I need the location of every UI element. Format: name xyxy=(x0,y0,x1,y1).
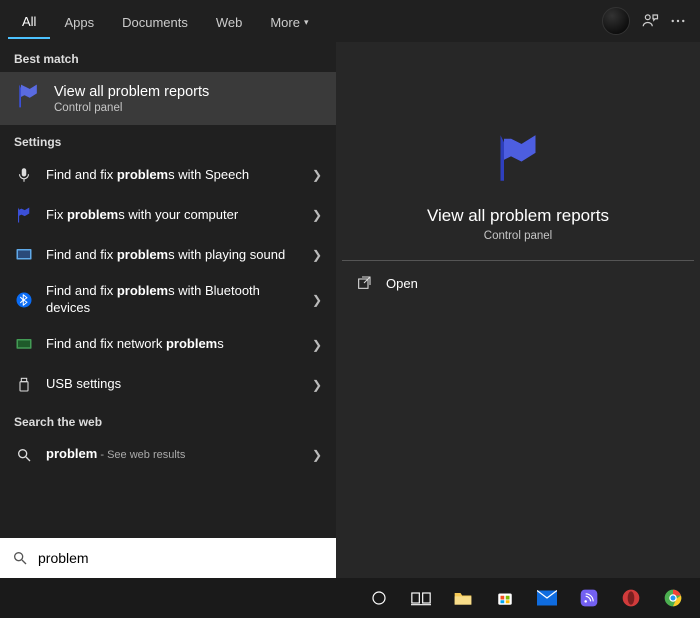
search-input[interactable] xyxy=(38,550,324,566)
open-icon xyxy=(356,275,372,291)
preview-panel: View all problem reports Control panel O… xyxy=(336,42,700,578)
user-avatar[interactable] xyxy=(602,7,630,35)
results-panel: Best match View all problem reports Cont… xyxy=(0,42,336,578)
taskbar-cortana[interactable] xyxy=(360,582,398,614)
search-icon xyxy=(12,550,28,566)
section-search-web: Search the web xyxy=(0,405,336,435)
flag-large-icon xyxy=(490,130,546,186)
settings-item-fix-computer[interactable]: Fix problems with your computer ❯ xyxy=(0,195,336,235)
tab-web[interactable]: Web xyxy=(202,5,257,38)
tab-documents[interactable]: Documents xyxy=(108,5,202,38)
chevron-down-icon: ▾ xyxy=(304,17,309,28)
taskbar-explorer[interactable] xyxy=(444,582,482,614)
settings-item-usb[interactable]: USB settings ❯ xyxy=(0,365,336,405)
taskbar-viber[interactable] xyxy=(570,582,608,614)
filter-tabs: All Apps Documents Web More ▾ xyxy=(0,0,700,42)
section-settings: Settings xyxy=(0,125,336,155)
list-item-label: Find and fix problems with Bluetooth dev… xyxy=(46,283,300,317)
taskbar-mail[interactable] xyxy=(528,582,566,614)
taskbar-store[interactable] xyxy=(486,582,524,614)
chevron-right-icon: ❯ xyxy=(312,208,322,222)
taskbar-opera[interactable] xyxy=(612,582,650,614)
section-best-match: Best match xyxy=(0,42,336,72)
tab-more-label: More xyxy=(270,15,300,30)
microphone-icon xyxy=(14,165,34,185)
tab-more[interactable]: More ▾ xyxy=(256,5,322,38)
list-item-label: Fix problems with your computer xyxy=(46,207,300,224)
chevron-right-icon: ❯ xyxy=(312,248,322,262)
usb-icon xyxy=(14,375,34,395)
feedback-icon xyxy=(641,12,659,30)
chevron-right-icon: ❯ xyxy=(312,168,322,182)
list-item-label: USB settings xyxy=(46,376,300,393)
list-item-label: Find and fix network problems xyxy=(46,336,300,353)
bluetooth-icon xyxy=(14,290,34,310)
chevron-right-icon: ❯ xyxy=(312,448,322,462)
preview-subtitle: Control panel xyxy=(484,230,552,242)
taskbar-taskview[interactable] xyxy=(402,582,440,614)
taskbar xyxy=(0,578,700,618)
troubleshoot-icon xyxy=(14,245,34,265)
list-item-label: Find and fix problems with playing sound xyxy=(46,247,300,264)
list-item-label: Find and fix problems with Speech xyxy=(46,167,300,184)
folder-icon xyxy=(453,589,473,607)
feedback-button[interactable] xyxy=(636,7,664,35)
web-result-item[interactable]: problem - See web results ❯ xyxy=(0,435,336,475)
preview-title: View all problem reports xyxy=(427,206,609,226)
search-bar[interactable] xyxy=(0,538,336,578)
chevron-right-icon: ❯ xyxy=(312,293,322,307)
cortana-icon xyxy=(370,589,388,607)
mail-icon xyxy=(537,590,557,606)
best-match-title: View all problem reports xyxy=(54,84,209,100)
flag-icon xyxy=(14,82,42,115)
chevron-right-icon: ❯ xyxy=(312,378,322,392)
task-view-icon xyxy=(411,590,431,606)
best-match-result[interactable]: View all problem reports Control panel xyxy=(0,72,336,125)
settings-item-speech[interactable]: Find and fix problems with Speech ❯ xyxy=(0,155,336,195)
viber-icon xyxy=(579,588,599,608)
search-icon xyxy=(14,445,34,465)
list-item-label: problem - See web results xyxy=(46,446,300,463)
settings-item-network[interactable]: Find and fix network problems ❯ xyxy=(0,325,336,365)
tab-apps[interactable]: Apps xyxy=(50,5,108,38)
flag-small-icon xyxy=(14,205,34,225)
settings-item-sound[interactable]: Find and fix problems with playing sound… xyxy=(0,235,336,275)
settings-item-bluetooth[interactable]: Find and fix problems with Bluetooth dev… xyxy=(0,275,336,325)
opera-icon xyxy=(621,588,641,608)
chevron-right-icon: ❯ xyxy=(312,338,322,352)
ellipsis-icon xyxy=(669,12,687,30)
store-icon xyxy=(496,589,514,607)
open-label: Open xyxy=(386,276,418,291)
taskbar-chrome[interactable] xyxy=(654,582,692,614)
open-action[interactable]: Open xyxy=(340,261,696,305)
more-options-button[interactable] xyxy=(664,7,692,35)
chrome-icon xyxy=(663,588,683,608)
best-match-subtitle: Control panel xyxy=(54,102,209,114)
tab-all[interactable]: All xyxy=(8,4,50,39)
network-icon xyxy=(14,335,34,355)
